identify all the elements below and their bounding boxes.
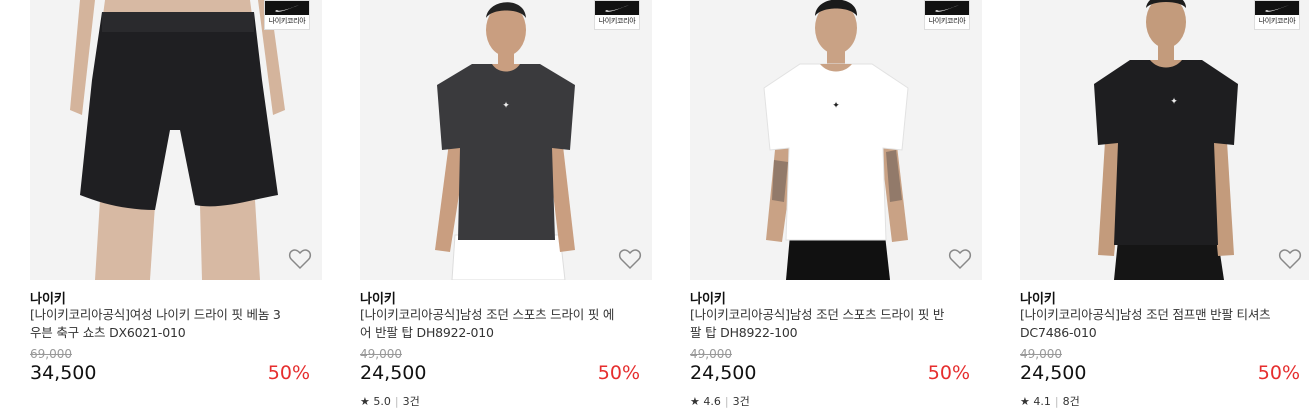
star-icon: ★ — [690, 395, 700, 408]
badge-label: 나이키코리아 — [928, 17, 966, 25]
heart-icon[interactable] — [618, 248, 642, 270]
divider: | — [394, 395, 399, 408]
rating-summary: ★ 4.1 | 8건 — [1020, 393, 1080, 409]
sale-price: 34,500 — [30, 362, 97, 384]
badge-label: 나이키코리아 — [268, 17, 306, 25]
rating-value: 4.1 — [1033, 395, 1051, 408]
nike-korea-badge: 나이키코리아 — [264, 0, 310, 30]
product-image[interactable]: ✦ 나이키코리아 — [690, 0, 982, 280]
sale-price: 24,500 — [360, 362, 427, 384]
product-image[interactable]: ✦ 나이키코리아 — [360, 0, 652, 280]
badge-label: 나이키코리아 — [1258, 17, 1296, 25]
discount-rate: 50% — [927, 362, 970, 384]
svg-text:✦: ✦ — [502, 101, 510, 111]
original-price: 49,000 — [690, 347, 732, 361]
review-count: 3건 — [732, 395, 750, 408]
heart-icon[interactable] — [288, 248, 312, 270]
badge-label: 나이키코리아 — [598, 17, 636, 25]
product-image[interactable]: ✦ 나이키코리아 — [1020, 0, 1309, 280]
divider: | — [1054, 395, 1059, 408]
review-count: 3건 — [402, 395, 420, 408]
star-icon: ★ — [360, 395, 370, 408]
product-card[interactable]: ✦ 나이키코리아 나이키 [나이키코리아공식]남성 조던 스포츠 드라이 핏 반… — [690, 0, 982, 408]
tshirt-photo: ✦ — [1020, 0, 1309, 280]
rating-summary: ★ 5.0 | 3건 — [360, 393, 420, 409]
nike-korea-badge: 나이키코리아 — [924, 0, 970, 30]
shorts-photo — [30, 0, 322, 280]
divider: | — [724, 395, 729, 408]
heart-icon[interactable] — [948, 248, 972, 270]
product-title[interactable]: [나이키코리아공식]여성 나이키 드라이 핏 베놈 3 우븐 축구 쇼츠 DX6… — [30, 306, 290, 342]
product-title[interactable]: [나이키코리아공식]남성 조던 점프맨 반팔 티셔츠 DC7486-010 — [1020, 306, 1280, 342]
product-image[interactable]: 나이키코리아 — [30, 0, 322, 280]
sale-price: 24,500 — [690, 362, 757, 384]
product-card[interactable]: ✦ 나이키코리아 나이키 [나이키코리아공식]남성 조던 스포츠 드라이 핏 에… — [360, 0, 652, 408]
product-brand[interactable]: 나이키 — [360, 288, 396, 307]
rating-value: 5.0 — [373, 395, 391, 408]
star-icon: ★ — [1020, 395, 1030, 408]
original-price: 49,000 — [1020, 347, 1062, 361]
tshirt-photo: ✦ — [690, 0, 982, 280]
discount-rate: 50% — [597, 362, 640, 384]
heart-icon[interactable] — [1278, 248, 1302, 270]
product-card[interactable]: 나이키코리아 나이키 [나이키코리아공식]여성 나이키 드라이 핏 베놈 3 우… — [30, 0, 322, 384]
rating-summary: ★ 4.6 | 3건 — [690, 393, 750, 409]
product-title[interactable]: [나이키코리아공식]남성 조던 스포츠 드라이 핏 반팔 탑 DH8922-10… — [690, 306, 950, 342]
product-brand[interactable]: 나이키 — [690, 288, 726, 307]
discount-rate: 50% — [1257, 362, 1300, 384]
nike-korea-badge: 나이키코리아 — [1254, 0, 1300, 30]
nike-korea-badge: 나이키코리아 — [594, 0, 640, 30]
review-count: 8건 — [1062, 395, 1080, 408]
product-card[interactable]: ✦ 나이키코리아 나이키 [나이키코리아공식]남성 조던 점프맨 반팔 티셔츠 … — [1020, 0, 1309, 408]
svg-text:✦: ✦ — [1170, 97, 1178, 107]
nike-swoosh-icon — [605, 4, 629, 12]
rating-value: 4.6 — [703, 395, 721, 408]
product-brand[interactable]: 나이키 — [1020, 288, 1056, 307]
discount-rate: 50% — [267, 362, 310, 384]
sale-price: 24,500 — [1020, 362, 1087, 384]
original-price: 69,000 — [30, 347, 72, 361]
product-brand[interactable]: 나이키 — [30, 288, 66, 307]
nike-swoosh-icon — [275, 4, 299, 12]
svg-text:✦: ✦ — [832, 101, 840, 111]
nike-swoosh-icon — [1265, 4, 1289, 12]
original-price: 49,000 — [360, 347, 402, 361]
tshirt-photo: ✦ — [360, 0, 652, 280]
product-title[interactable]: [나이키코리아공식]남성 조던 스포츠 드라이 핏 에어 반팔 탑 DH8922… — [360, 306, 620, 342]
nike-swoosh-icon — [935, 4, 959, 12]
